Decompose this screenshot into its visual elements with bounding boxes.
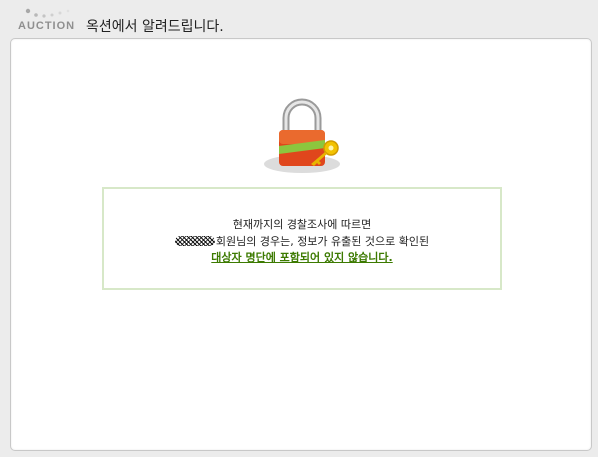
notice-panel: 현재까지의 경찰조사에 따르면 회원님의 경우는, 정보가 유출된 것으로 확인… [10, 38, 592, 451]
result-message: 대상자 명단에 포함되어 있지 않습니다. [211, 251, 393, 264]
message-line-1: 현재까지의 경찰조사에 따르면 [232, 218, 372, 231]
lock-icon [264, 98, 340, 173]
page-title: 옥션에서 알려드립니다. [86, 19, 224, 35]
message-line-2: 회원님의 경우는, 정보가 유출된 것으로 확인된 [104, 233, 500, 249]
masked-username [174, 236, 215, 246]
logo-dots-icon [25, 8, 70, 18]
logo-text: AUCTION [18, 20, 76, 32]
message-box: 현재까지의 경찰조사에 따르면 회원님의 경우는, 정보가 유출된 것으로 확인… [102, 187, 502, 290]
header-bar: AUCTION 옥션에서 알려드립니다. [0, 0, 598, 38]
message-line-2-text: 회원님의 경우는, 정보가 유출된 것으로 확인된 [215, 235, 430, 248]
auction-logo: AUCTION [18, 8, 80, 34]
